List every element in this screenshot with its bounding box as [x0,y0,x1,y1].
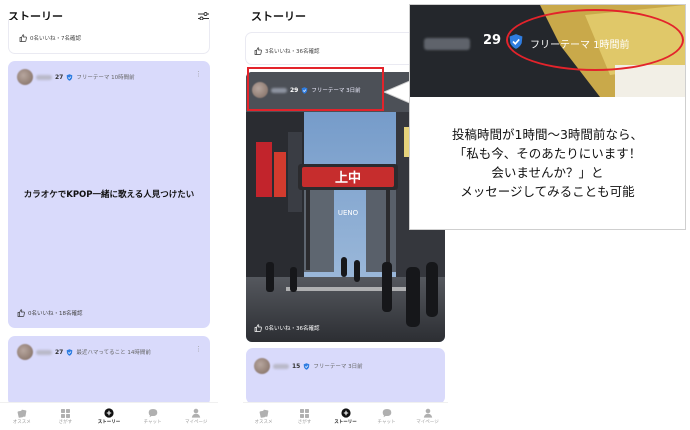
cards-icon [17,408,27,418]
callout-line: 「私も今、そのあたりにいます！ [453,146,642,161]
tab-label: さがす [58,420,73,425]
tab-search[interactable]: さがす [47,408,83,425]
callout-pointer [384,80,412,104]
age: 27 [55,73,64,81]
tab-label: さがす [297,420,312,425]
person-icon [191,408,201,418]
likes-count: 0名いいね・7名確認 [30,36,81,42]
verified-badge-icon [303,362,310,370]
likes-row: 0名いいね・18名確認 [17,309,83,317]
poster-row: 27 最近ハマってること 14時間前 [17,344,151,360]
arch-sign-text: 上中 [335,170,361,186]
grid-icon [60,408,70,418]
tab-chat[interactable]: チャット [369,408,405,425]
avatar[interactable] [254,358,270,374]
age: 15 [292,362,301,370]
thumbs-up-icon[interactable] [254,324,262,332]
page-title: ストーリー [251,10,306,23]
tab-recommend[interactable]: オススメ [4,408,40,425]
username [424,38,470,50]
tab-story[interactable]: ストーリー [91,408,127,425]
avatar[interactable] [17,344,33,360]
highlight-box [247,67,384,111]
tab-label: オススメ [12,420,31,425]
callout-line: 会いませんか？」と [491,165,604,180]
tab-label: チャット [143,420,162,425]
callout-line: メッセージしてみることも可能 [460,184,635,199]
verified-badge-icon [66,73,73,81]
zoomed-age: 29 [483,33,502,48]
likes-count: 3名いいね・36名確認 [265,49,320,55]
street-sign-text: UENO [338,209,359,217]
likes-row: 3名いいね・36名確認 [254,47,320,55]
story-card[interactable]: 27 フリーテーマ 10時間前 ⋮ カラオケでKPOP一緒に歌える人見つけたい … [8,61,210,328]
tab-story[interactable]: ストーリー [328,408,364,425]
age: 27 [55,348,64,356]
highlight-oval [506,9,684,71]
poster-row: 15 フリーテーマ 3日前 [254,358,363,374]
tab-chat[interactable]: チャット [135,408,171,425]
post-meta: フリーテーマ 10時間前 [76,75,135,81]
grid-icon [300,408,310,418]
tab-mypage[interactable]: マイページ [178,408,214,425]
plus-circle-icon [104,408,114,418]
bottom-tab-bar: オススメ さがす ストーリー チャット マイページ [243,402,448,430]
story-text: カラオケでKPOP一緒に歌える人見つけたい [23,190,195,200]
left-phone-screen: ストーリー 0名いいね・7名確認 27 フリーテーマ 10時間前 ⋮ カラオケで… [0,0,218,430]
likes-count: 0名いいね・18名確認 [28,311,83,317]
thumbs-up-icon[interactable] [17,309,25,317]
poster-row: 27 フリーテーマ 10時間前 [17,69,135,85]
chat-icon [382,408,392,418]
tab-label: ストーリー [97,420,121,425]
person-icon [423,408,433,418]
plus-circle-icon [340,408,351,418]
post-meta: 最近ハマってること 14時間前 [76,350,151,356]
tab-label: ストーリー [334,420,357,425]
tab-label: オススメ [254,420,273,425]
bottom-tab-bar: オススメ さがす ストーリー チャット マイページ [0,402,218,430]
tab-label: チャット [377,420,396,425]
tab-mypage[interactable]: マイページ [410,408,446,425]
verified-badge-icon [66,348,73,356]
story-card-next[interactable]: 15 フリーテーマ 3日前 [246,348,445,404]
more-options-icon[interactable]: ⋮ [195,70,202,78]
thumbs-up-icon[interactable] [254,47,262,55]
callout-line: 投稿時間が1時間〜3時間前なら、 [452,127,643,142]
tab-label: マイページ [184,420,208,425]
username [36,349,52,355]
story-card-next[interactable]: 27 最近ハマってること 14時間前 ⋮ [8,336,210,406]
likes-row: 0名いいね・36名確認 [254,324,320,332]
callout-message: 投稿時間が1時間〜3時間前なら、 「私も今、そのあたりにいます！ 会いませんか？… [410,97,685,229]
chat-icon [148,408,158,418]
tab-search[interactable]: さがす [287,408,323,425]
tab-label: マイページ [416,420,439,425]
tab-recommend[interactable]: オススメ [246,408,282,425]
username [36,74,52,80]
more-options-icon[interactable]: ⋮ [195,345,202,353]
likes-count: 0名いいね・36名確認 [265,326,320,332]
thumbs-up-icon[interactable] [19,34,27,42]
username [273,363,289,369]
likes-row: 0名いいね・7名確認 [19,34,81,42]
cards-icon [259,408,269,418]
post-meta: フリーテーマ 3日前 [313,364,363,370]
avatar[interactable] [17,69,33,85]
story-card-previous[interactable]: 0名いいね・7名確認 [8,20,210,54]
